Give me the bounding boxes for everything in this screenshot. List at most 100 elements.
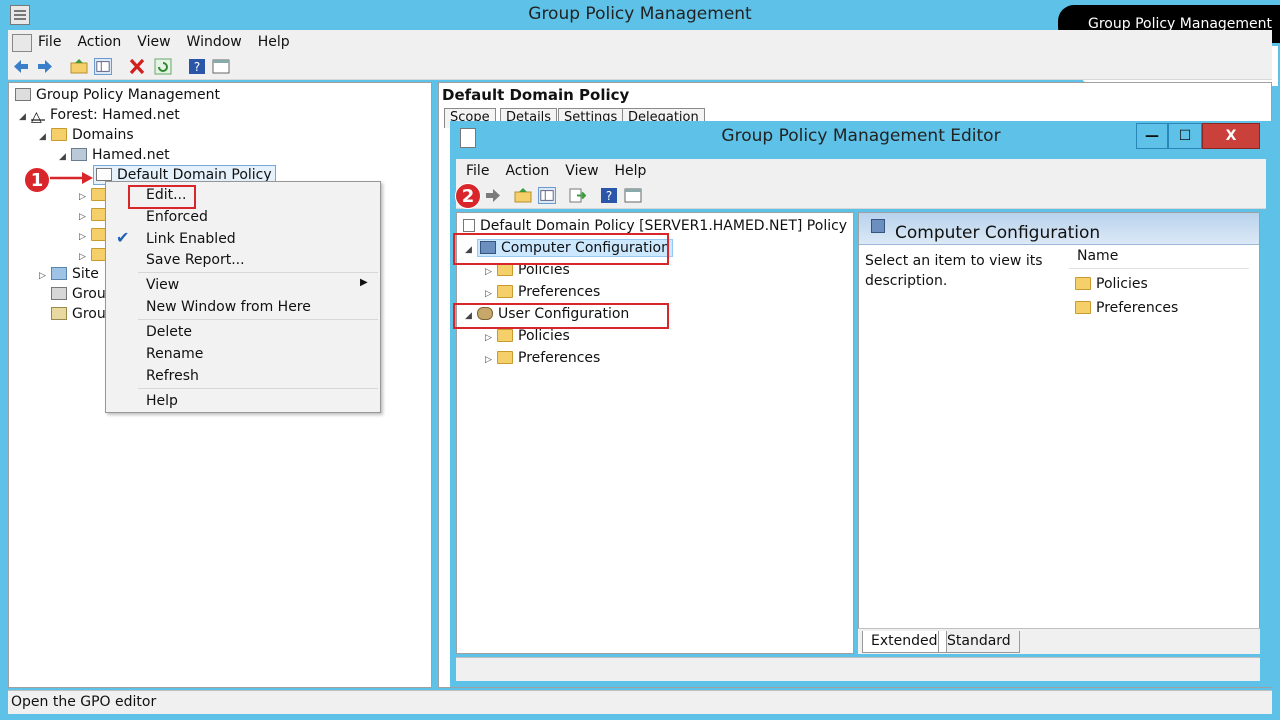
uc-preferences-label: Preferences	[518, 350, 601, 366]
name-column-header[interactable]: Name	[1069, 245, 1249, 269]
tree-root[interactable]: Group Policy Management	[15, 86, 220, 104]
cc-preferences-label: Preferences	[518, 284, 601, 300]
expand-arrow-icon[interactable]: ▷	[485, 285, 497, 303]
step-1-arrow	[50, 172, 93, 184]
delete-icon[interactable]	[128, 58, 146, 75]
ctx-delete[interactable]: Delete	[146, 323, 192, 341]
up-folder-icon[interactable]	[514, 187, 532, 204]
tab-extended[interactable]: Extended	[862, 631, 947, 653]
expand-arrow-icon[interactable]: ▷	[485, 329, 497, 347]
edit-highlight-box	[128, 185, 196, 209]
tree-uc-policies[interactable]: ▷ Policies	[485, 327, 570, 347]
tree-forest-label: Forest: Hamed.net	[50, 107, 180, 123]
editor-tree-pane: Default Domain Policy [SERVER1.HAMED.NET…	[453, 212, 854, 654]
collapse-arrow-icon[interactable]: ◢	[19, 108, 31, 126]
menu-view[interactable]: View	[131, 30, 180, 50]
tree-domains-label: Domains	[72, 127, 134, 143]
expand-arrow-icon[interactable]: ▷	[79, 228, 91, 246]
tree-domain-label: Hamed.net	[92, 147, 170, 163]
context-menu: Edit... Enforced ✔ Link Enabled Save Rep…	[105, 181, 381, 413]
tree-root-label: Group Policy Management	[36, 87, 221, 103]
forward-icon[interactable]	[36, 58, 54, 75]
tab-standard[interactable]: Standard	[938, 631, 1020, 653]
help-icon[interactable]: ?	[600, 187, 618, 204]
refresh-icon[interactable]	[154, 58, 172, 75]
tree-domain-hamed[interactable]: ◢ Hamed.net	[59, 146, 170, 166]
show-hide-tree-icon[interactable]	[538, 187, 556, 204]
close-button[interactable]: X	[1202, 123, 1260, 149]
forest-icon: △	[31, 108, 45, 125]
expand-arrow-icon[interactable]: ▷	[485, 263, 497, 281]
tree-cc-preferences[interactable]: ▷ Preferences	[485, 283, 600, 303]
expand-arrow-icon[interactable]: ▷	[79, 248, 91, 266]
ctx-help[interactable]: Help	[146, 392, 178, 410]
domain-icon	[71, 148, 87, 161]
ctx-enforced[interactable]: Enforced	[146, 208, 208, 226]
editor-menu-help[interactable]: Help	[609, 159, 657, 179]
detail-item-policies[interactable]: Policies	[1075, 275, 1148, 293]
collapse-arrow-icon[interactable]: ◢	[59, 148, 71, 166]
up-folder-icon[interactable]	[70, 58, 88, 75]
properties-icon[interactable]	[624, 187, 642, 204]
ctx-view[interactable]: View	[146, 276, 179, 294]
tree-sites[interactable]: ▷ Site	[39, 265, 99, 285]
editor-status-bar	[456, 657, 1260, 681]
editor-menu-action[interactable]: Action	[499, 159, 559, 179]
help-icon[interactable]: ?	[188, 58, 206, 75]
uc-policies-label: Policies	[518, 328, 570, 344]
ctx-new-window[interactable]: New Window from Here	[146, 298, 311, 316]
show-hide-tree-icon[interactable]	[94, 58, 112, 75]
menu-window[interactable]: Window	[181, 30, 252, 50]
detail-item-preferences[interactable]: Preferences	[1075, 299, 1178, 317]
ctx-separator	[138, 319, 378, 320]
detail-header: Computer Configuration	[895, 223, 1101, 243]
modeling-icon	[51, 287, 67, 300]
view-tab-strip: Extended Standard	[858, 628, 1260, 654]
gpm-icon	[15, 88, 31, 101]
domains-icon	[51, 128, 67, 141]
back-icon[interactable]	[12, 58, 30, 75]
user-config-highlight-box	[453, 303, 669, 329]
forward-icon[interactable]	[484, 187, 502, 204]
editor-menu-view[interactable]: View	[559, 159, 608, 179]
detail-item-policies-label: Policies	[1096, 276, 1148, 292]
expand-arrow-icon[interactable]: ▷	[79, 188, 91, 206]
folder-icon	[1075, 277, 1091, 290]
ctx-separator	[138, 388, 378, 389]
menu-bar: File Action View Window Help	[8, 30, 1272, 54]
properties-icon[interactable]	[212, 58, 230, 75]
ctx-refresh[interactable]: Refresh	[146, 367, 199, 385]
check-icon: ✔	[116, 228, 130, 247]
tree-uc-preferences[interactable]: ▷ Preferences	[485, 349, 600, 369]
folder-icon	[1075, 301, 1091, 314]
collapse-arrow-icon[interactable]: ◢	[39, 128, 51, 146]
editor-menu-file[interactable]: File	[456, 159, 499, 179]
menu-action[interactable]: Action	[71, 30, 131, 50]
folder-icon	[497, 285, 513, 298]
menu-app-icon	[12, 34, 32, 52]
tree-gp-modeling[interactable]: Grou	[51, 285, 106, 303]
tree-gp-results[interactable]: Grou	[51, 305, 106, 323]
detail-description: Select an item to view its description.	[865, 253, 1043, 289]
tree-gp-modeling-label: Grou	[72, 286, 106, 302]
computer-config-highlight-box	[453, 233, 669, 265]
minimize-button[interactable]: —	[1136, 123, 1168, 149]
submenu-arrow-icon: ▶	[360, 277, 368, 288]
detail-item-preferences-label: Preferences	[1096, 300, 1179, 316]
ctx-save-report[interactable]: Save Report...	[146, 251, 245, 269]
expand-arrow-icon[interactable]: ▷	[39, 267, 51, 285]
ctx-link-enabled[interactable]: Link Enabled	[146, 230, 236, 248]
step-1-badge: 1	[24, 167, 50, 193]
status-bar: Open the GPO editor	[8, 690, 1272, 714]
ctx-rename[interactable]: Rename	[146, 345, 203, 363]
expand-arrow-icon[interactable]: ▷	[485, 351, 497, 369]
expand-arrow-icon[interactable]: ▷	[79, 208, 91, 226]
export-list-icon[interactable]	[568, 187, 586, 204]
policy-doc-icon	[463, 219, 475, 232]
maximize-button[interactable]: ☐	[1168, 123, 1202, 149]
editor-tree-root-label: Default Domain Policy [SERVER1.HAMED.NET…	[480, 218, 848, 234]
folder-icon	[497, 329, 513, 342]
tree-domains[interactable]: ◢ Domains	[39, 126, 134, 146]
tree-forest[interactable]: ◢ △ Forest: Hamed.net	[19, 106, 180, 126]
menu-help[interactable]: Help	[252, 30, 300, 50]
